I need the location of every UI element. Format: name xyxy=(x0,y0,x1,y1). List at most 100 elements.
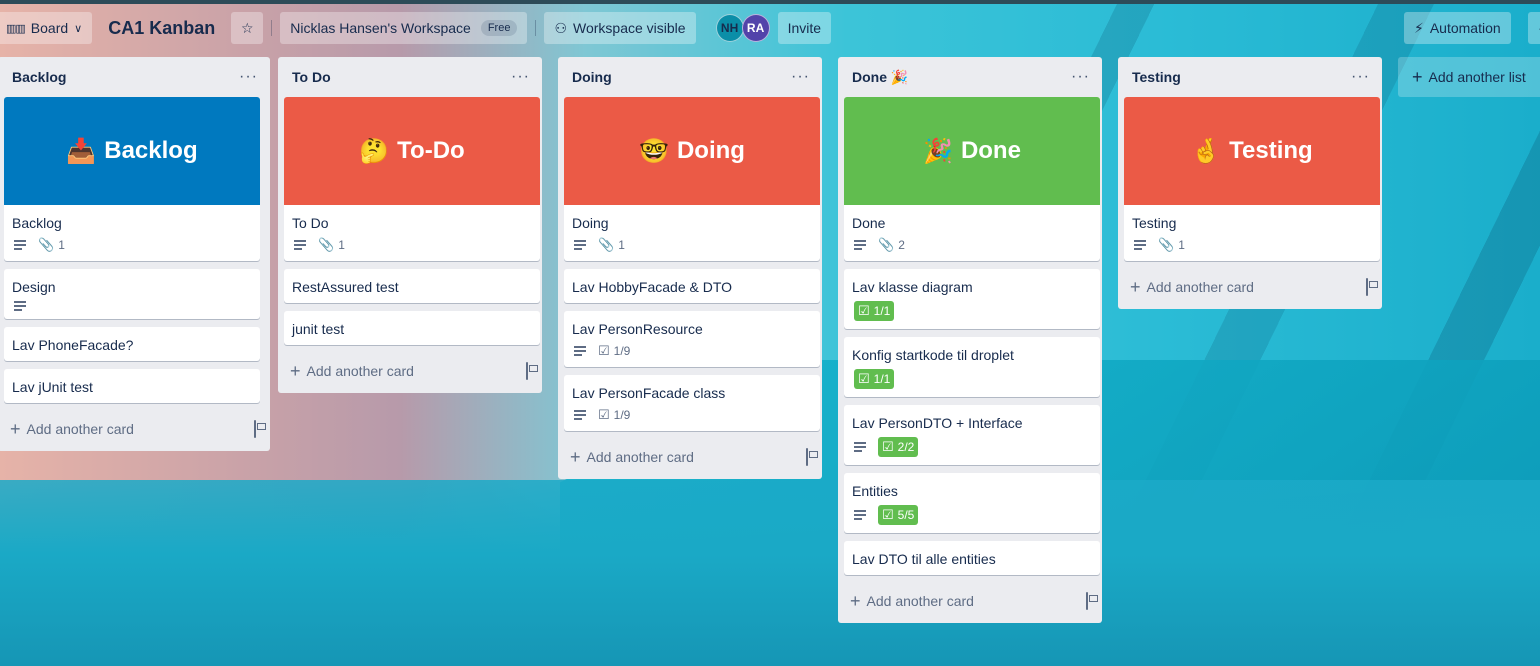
workspace-button[interactable]: Nicklas Hansen's Workspace Free xyxy=(280,12,528,44)
card-badges: ☑ 1/1 xyxy=(844,367,1100,397)
card-template-icon xyxy=(526,362,528,380)
cover-text: Backlog xyxy=(104,137,198,164)
list-card[interactable]: RestAssured test xyxy=(284,269,540,303)
automation-label: Automation xyxy=(1429,20,1501,36)
add-card-left: + Add another card xyxy=(10,419,134,440)
star-icon: ☆ xyxy=(240,19,254,36)
card-badges xyxy=(564,299,820,303)
cover-emoji: 🤓 xyxy=(639,137,669,165)
checklist-complete-badge: ☑ 2/2 xyxy=(878,437,919,457)
list-card[interactable]: Lav PersonResource ☑ 1/9 xyxy=(564,311,820,367)
ellipsis-icon: ··· xyxy=(1071,68,1090,85)
attachment-count: 1 xyxy=(338,238,345,252)
add-card-button[interactable]: + Add another card xyxy=(564,439,814,475)
description-icon xyxy=(574,346,588,356)
cover-emoji: 📥 xyxy=(66,137,97,165)
card-title: Lav PhoneFacade? xyxy=(12,337,134,353)
add-card-button[interactable]: + Add another card xyxy=(1124,269,1374,305)
avatar[interactable]: RA xyxy=(741,14,770,42)
list-card[interactable]: 🤔 To-Do To Do 📎 1 xyxy=(284,97,540,261)
plus-icon: + xyxy=(1130,276,1141,297)
add-card-label: Add another card xyxy=(1146,279,1254,295)
create-from-template-button[interactable] xyxy=(254,420,256,438)
checklist-icon: ☑ xyxy=(882,439,894,454)
list-title[interactable]: Backlog xyxy=(12,69,66,85)
list-menu-button[interactable]: ··· xyxy=(1067,68,1094,86)
list-card[interactable]: Lav DTO til alle entities xyxy=(844,541,1100,575)
list-menu-button[interactable]: ··· xyxy=(787,68,814,86)
list-card[interactable]: Design xyxy=(4,269,260,319)
paperclip-icon: 📎 xyxy=(1158,237,1175,252)
header-more-button[interactable]: · xyxy=(1528,12,1540,44)
list-menu-button[interactable]: ··· xyxy=(1347,68,1374,86)
list-title[interactable]: To Do xyxy=(292,69,331,85)
checklist-count: 1/1 xyxy=(873,372,891,386)
card-title: Lav PersonFacade class xyxy=(572,385,726,401)
card-badges xyxy=(844,571,1100,575)
board-view-label: Board xyxy=(30,20,69,36)
add-card-button[interactable]: + Add another card xyxy=(844,583,1094,619)
list-title[interactable]: Testing xyxy=(1132,69,1181,85)
avatar[interactable]: NH xyxy=(715,14,744,42)
create-from-template-button[interactable] xyxy=(526,362,528,380)
cover-emoji: 🤞 xyxy=(1191,137,1222,165)
add-card-button[interactable]: + Add another card xyxy=(284,353,534,389)
lightning-icon: ⚡ xyxy=(1414,19,1424,36)
workspace-name: Nicklas Hansen's Workspace xyxy=(290,20,471,36)
card-title: RestAssured test xyxy=(292,279,399,295)
attachment-badge: 📎 2 xyxy=(878,237,905,253)
list-card[interactable]: Lav PhoneFacade? xyxy=(4,327,260,361)
add-card-left: + Add another card xyxy=(570,447,694,468)
description-icon xyxy=(294,240,308,250)
add-card-button[interactable]: + Add another card xyxy=(4,411,262,447)
card-badges: ☑ 2/2 xyxy=(844,435,1100,465)
board-icon: ▥▥ xyxy=(6,22,26,35)
list-card[interactable]: Lav PersonDTO + Interface ☑ 2/2 xyxy=(844,405,1100,465)
board-view-button[interactable]: ▥▥ Board ∨ xyxy=(0,12,93,44)
card-badges: 📎 2 xyxy=(844,235,1100,261)
list-menu-button[interactable]: ··· xyxy=(507,68,534,86)
list-card[interactable]: 🎉 Done Done 📎 2 xyxy=(844,97,1100,261)
card-title: Lav klasse diagram xyxy=(852,279,973,295)
list-card[interactable]: junit test xyxy=(284,311,540,345)
plus-icon: + xyxy=(570,446,581,467)
card-badges: ☑ 1/9 xyxy=(564,405,820,431)
add-list-button[interactable]: + Add another list xyxy=(1398,57,1540,97)
automation-button[interactable]: ⚡ Automation xyxy=(1404,12,1511,44)
checklist-badge: ☑ 1/9 xyxy=(598,407,630,423)
board-title[interactable]: CA1 Kanban xyxy=(108,18,215,39)
list-card[interactable]: Lav PersonFacade class ☑ 1/9 xyxy=(564,375,820,431)
add-card-label: Add another card xyxy=(866,593,974,609)
create-from-template-button[interactable] xyxy=(1086,592,1088,610)
invite-button[interactable]: Invite xyxy=(777,12,832,44)
list-header: Testing ··· xyxy=(1118,57,1382,97)
list-title[interactable]: Done 🎉 xyxy=(852,69,908,86)
list-card[interactable]: Konfig startkode til droplet ☑ 1/1 xyxy=(844,337,1100,397)
create-from-template-button[interactable] xyxy=(806,448,808,466)
list-menu-button[interactable]: ··· xyxy=(235,68,262,86)
checklist-count: 2/2 xyxy=(897,440,915,454)
list-card[interactable]: Lav klasse diagram ☑ 1/1 xyxy=(844,269,1100,329)
list-card[interactable]: 🤞 Testing Testing 📎 1 xyxy=(1124,97,1380,261)
checklist-icon: ☑ xyxy=(858,303,870,318)
visibility-button[interactable]: ⚇ Workspace visible xyxy=(544,12,696,44)
card-cover: 🤞 Testing xyxy=(1124,97,1380,205)
visibility-label: Workspace visible xyxy=(573,20,686,36)
card-title: Backlog xyxy=(12,215,62,231)
attachment-badge: 📎 1 xyxy=(598,237,625,253)
card-badges xyxy=(4,299,260,319)
create-from-template-button[interactable] xyxy=(1366,278,1368,296)
star-button[interactable]: ☆ xyxy=(231,12,264,44)
list-card[interactable]: Lav jUnit test xyxy=(4,369,260,403)
card-title: Konfig startkode til droplet xyxy=(852,347,1014,363)
card-badges: 📎 1 xyxy=(1124,235,1380,261)
list-card[interactable]: Entities ☑ 5/5 xyxy=(844,473,1100,533)
list-title[interactable]: Doing xyxy=(572,69,612,85)
card-badges xyxy=(4,399,260,403)
list-card[interactable]: 📥 Backlog Backlog 📎 1 xyxy=(4,97,260,261)
list-card[interactable]: Lav HobbyFacade & DTO xyxy=(564,269,820,303)
ellipsis-icon: ··· xyxy=(791,68,810,85)
checklist-count: 1/9 xyxy=(613,408,631,422)
list-card[interactable]: 🤓 Doing Doing 📎 1 xyxy=(564,97,820,261)
checklist-icon: ☑ xyxy=(858,371,870,386)
